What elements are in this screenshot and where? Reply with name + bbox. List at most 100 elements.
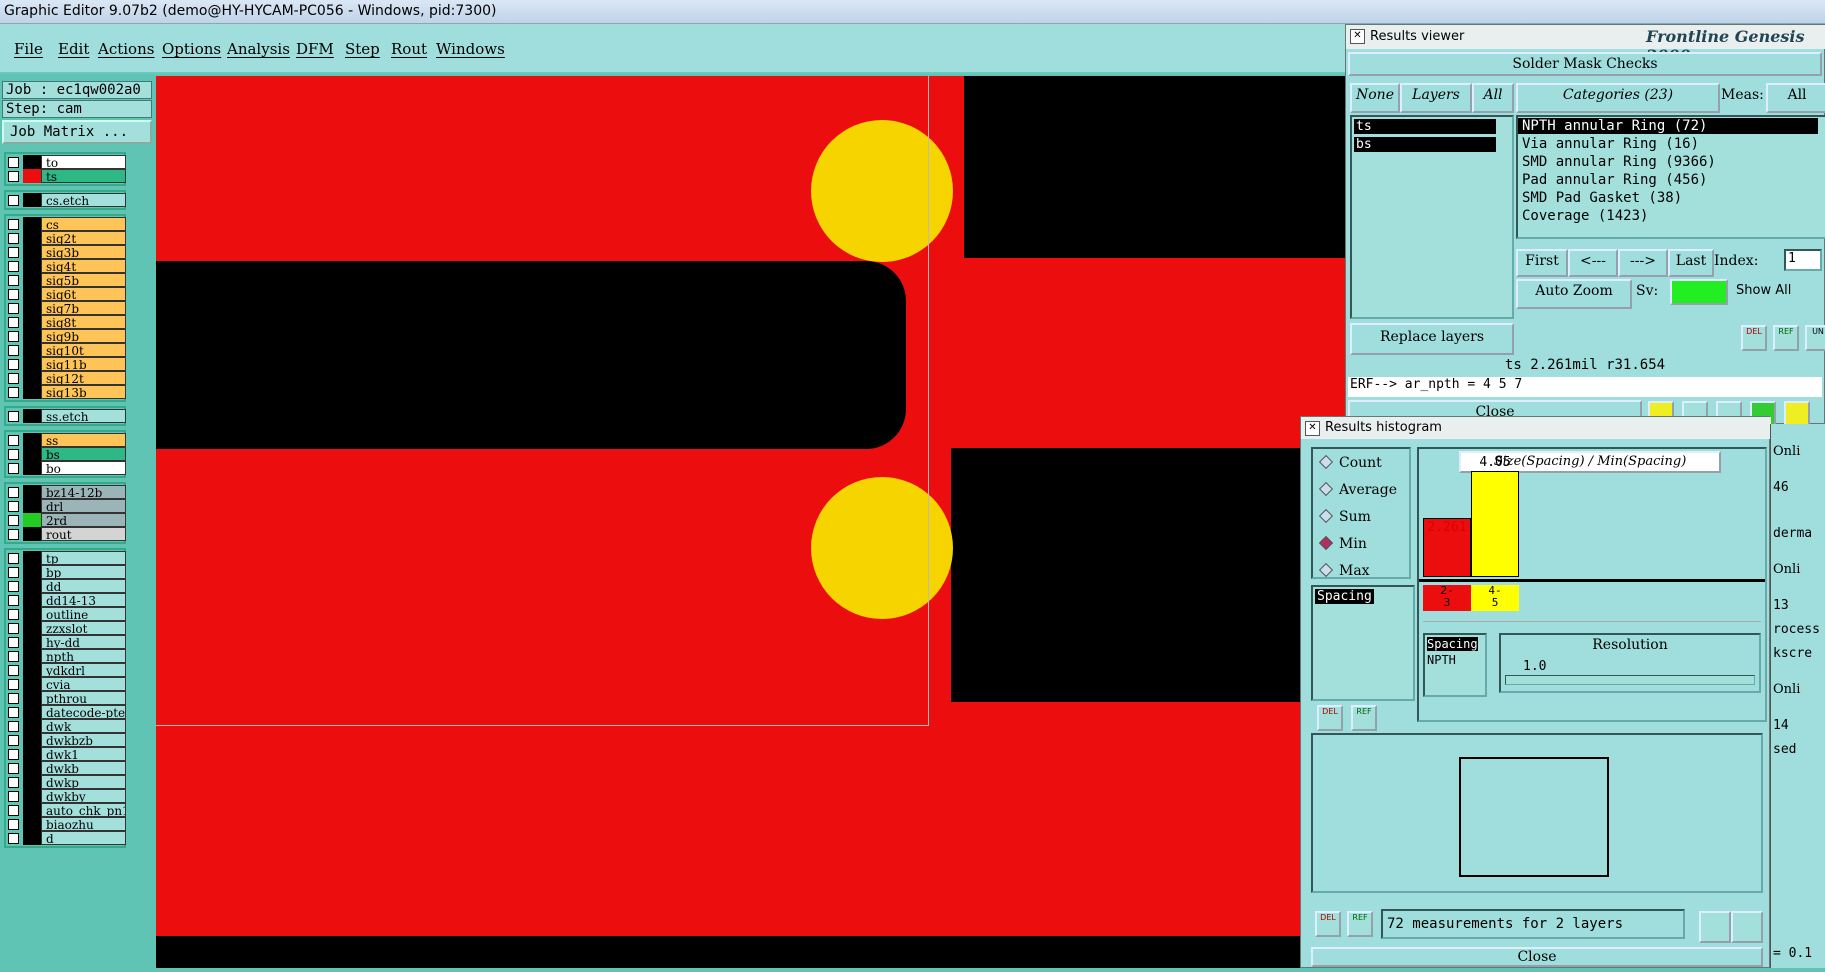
layer-name[interactable]: dd14-13 [41, 593, 126, 607]
layer-row[interactable]: dwk [4, 719, 126, 733]
layer-color-swatch[interactable] [23, 579, 41, 593]
layer-checkbox[interactable] [8, 463, 19, 474]
layer-color-swatch[interactable] [23, 705, 41, 719]
layer-color-swatch[interactable] [23, 775, 41, 789]
layer-checkbox[interactable] [8, 247, 19, 258]
layer-checkbox[interactable] [8, 665, 19, 676]
layer-name[interactable]: rout [41, 527, 126, 541]
layer-checkbox[interactable] [8, 345, 19, 356]
layer-row[interactable]: drl [4, 499, 126, 513]
layer-name[interactable]: cvia [41, 677, 126, 691]
layer-color-swatch[interactable] [23, 635, 41, 649]
layer-name[interactable]: sig3b [41, 245, 126, 259]
layer-color-swatch[interactable] [23, 287, 41, 301]
layer-checkbox[interactable] [8, 387, 19, 398]
layer-name[interactable]: dwkb [41, 761, 126, 775]
layer-name[interactable]: cs.etch [41, 193, 126, 207]
layer-checkbox[interactable] [8, 819, 19, 830]
layer-color-swatch[interactable] [23, 259, 41, 273]
list-item[interactable]: Spacing [1427, 637, 1478, 651]
list-item[interactable]: Spacing [1315, 589, 1374, 604]
layer-name[interactable]: to [41, 155, 126, 169]
layer-row[interactable]: dd [4, 579, 126, 593]
layer-color-swatch[interactable] [23, 817, 41, 831]
list-item[interactable]: Pad annular Ring (456) [1522, 172, 1707, 188]
layer-color-swatch[interactable] [23, 231, 41, 245]
menu-rout[interactable]: Rout [391, 40, 427, 58]
radio-min[interactable]: Min [1318, 535, 1367, 552]
layer-checkbox[interactable] [8, 763, 19, 774]
undo-icon[interactable]: UN [1805, 325, 1825, 351]
layer-name[interactable]: ss.etch [41, 409, 126, 423]
layer-name[interactable]: bz14-12b [41, 485, 126, 499]
layer-name[interactable]: dwkbzb [41, 733, 126, 747]
layer-checkbox[interactable] [8, 195, 19, 206]
graphic-canvas[interactable] [156, 76, 1346, 968]
layer-color-swatch[interactable] [23, 761, 41, 775]
layer-row[interactable]: ss.etch [4, 409, 126, 423]
all-button[interactable]: All [1472, 83, 1514, 113]
layer-color-swatch[interactable] [23, 747, 41, 761]
layer-row[interactable]: bz14-12b [4, 485, 126, 499]
list-item[interactable]: NPTH [1427, 653, 1456, 667]
layer-checkbox[interactable] [8, 805, 19, 816]
layer-row[interactable]: cs.etch [4, 193, 126, 207]
layer-name[interactable]: dwk [41, 719, 126, 733]
layer-checkbox[interactable] [8, 449, 19, 460]
layer-name[interactable]: dwk1 [41, 747, 126, 761]
layer-name[interactable]: 2rd [41, 513, 126, 527]
layer-color-swatch[interactable] [23, 649, 41, 663]
layer-row[interactable]: cvia [4, 677, 126, 691]
layer-name[interactable]: dwkp [41, 775, 126, 789]
layer-color-swatch[interactable] [23, 273, 41, 287]
list-item[interactable]: Via annular Ring (16) [1522, 136, 1699, 152]
layer-row[interactable]: bs [4, 447, 126, 461]
show-all-checkbox[interactable]: Show All [1736, 283, 1791, 298]
auto-zoom-select[interactable]: Auto Zoom [1516, 279, 1632, 309]
menu-actions[interactable]: Actions [98, 40, 154, 58]
radio-max[interactable]: Max [1318, 562, 1370, 579]
layer-name[interactable]: drl [41, 499, 126, 513]
layer-row[interactable]: auto_chk_pn1 [4, 803, 126, 817]
layer-color-swatch[interactable] [23, 155, 41, 169]
layer-name[interactable]: d [41, 831, 126, 845]
layer-color-swatch[interactable] [23, 447, 41, 461]
layer-row[interactable]: tp [4, 551, 126, 565]
layer-row[interactable]: rout [4, 527, 126, 541]
layer-name[interactable]: sig2t [41, 231, 126, 245]
radio-sum[interactable]: Sum [1318, 508, 1371, 525]
categories-button[interactable]: Categories (23) [1516, 83, 1720, 113]
layer-row[interactable]: sig6t [4, 287, 126, 301]
layer-row[interactable]: sig3b [4, 245, 126, 259]
layer-name[interactable]: bo [41, 461, 126, 475]
menu-dfm[interactable]: DFM [296, 40, 334, 58]
meas-select[interactable]: All [1766, 83, 1825, 113]
chart-scrollbar[interactable] [1423, 621, 1761, 629]
layer-name[interactable]: cs [41, 217, 126, 231]
layer-color-swatch[interactable] [23, 789, 41, 803]
none-button[interactable]: None [1350, 83, 1400, 113]
layer-checkbox[interactable] [8, 435, 19, 446]
menu-options[interactable]: Options [162, 40, 221, 58]
bar-range-label[interactable]: 2- 3 [1423, 585, 1471, 611]
layer-checkbox[interactable] [8, 501, 19, 512]
layer-color-swatch[interactable] [23, 433, 41, 447]
layer-name[interactable]: pthrou [41, 691, 126, 705]
refresh-icon[interactable]: REF [1773, 325, 1799, 351]
layer-color-swatch[interactable] [23, 385, 41, 399]
list-item[interactable]: SMD annular Ring (9366) [1522, 154, 1716, 170]
layer-row[interactable]: cs [4, 217, 126, 231]
layer-checkbox[interactable] [8, 553, 19, 564]
layer-checkbox[interactable] [8, 317, 19, 328]
layer-color-swatch[interactable] [23, 527, 41, 541]
layer-row[interactable]: sig7b [4, 301, 126, 315]
layer-checkbox[interactable] [8, 157, 19, 168]
zoom-out-icon[interactable] [1731, 911, 1763, 943]
radio-count[interactable]: Count [1318, 454, 1382, 471]
layer-color-swatch[interactable] [23, 551, 41, 565]
layer-row[interactable]: hy-dd [4, 635, 126, 649]
layer-row[interactable]: 2rd [4, 513, 126, 527]
menu-edit[interactable]: Edit [58, 40, 89, 58]
last-button[interactable]: Last [1668, 249, 1714, 277]
layer-checkbox[interactable] [8, 595, 19, 606]
